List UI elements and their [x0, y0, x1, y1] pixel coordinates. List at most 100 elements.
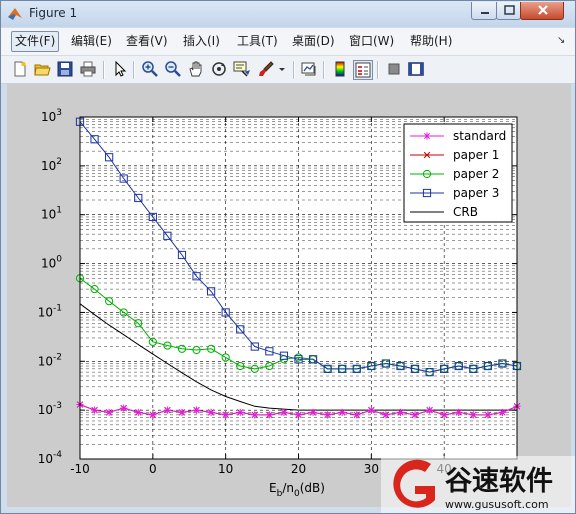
legend-label-crb: CRB [453, 205, 478, 219]
x-tick-label: 30 [364, 462, 379, 476]
data-point-standard [498, 408, 507, 416]
x-tick-label: 10 [218, 462, 233, 476]
x-tick-label: 20 [291, 462, 306, 476]
zoom-in-button[interactable] [141, 60, 159, 78]
menu-view[interactable]: 查看(V) [123, 32, 171, 51]
link-plot-button[interactable] [300, 60, 318, 78]
pan-button[interactable] [187, 60, 205, 78]
legend-marker-standard [423, 132, 431, 140]
menu-help[interactable]: 帮助(H) [407, 32, 455, 51]
insert-legend-button[interactable] [353, 60, 373, 80]
show-plot-tools-button[interactable] [407, 60, 425, 78]
x-axis-label-mid: /n [282, 481, 294, 495]
legend-icon [355, 62, 371, 78]
minimize-icon [481, 12, 489, 14]
menu-tools[interactable]: 工具(T) [234, 32, 281, 51]
edit-plot-button[interactable] [111, 60, 129, 78]
x-axis-label: Eb/n0(dB) [269, 481, 325, 499]
data-point-standard [192, 406, 201, 414]
close-button[interactable] [520, 2, 564, 20]
maximize-button[interactable] [496, 2, 521, 20]
y-tick-label: 10-1 [38, 303, 62, 319]
legend-label-paper-1: paper 1 [453, 148, 499, 162]
legend-label-standard: standard [453, 129, 506, 143]
y-tick-label: 103 [41, 108, 62, 124]
data-point-standard [149, 411, 157, 419]
data-point-standard [90, 406, 99, 414]
menu-window[interactable]: 窗口(W) [346, 32, 397, 51]
menu-insert[interactable]: 插入(I) [180, 32, 223, 51]
data-point-standard [120, 404, 128, 412]
close-icon [538, 5, 548, 15]
menu-desktop[interactable]: 桌面(D) [289, 32, 338, 51]
legend[interactable]: standard paper 1 paper 2 paper 3 CRB [403, 123, 513, 223]
data-point-standard [411, 411, 419, 419]
data-point-standard [134, 408, 142, 416]
open-file-button[interactable] [33, 60, 51, 78]
menu-dock-arrow-icon[interactable]: ↘ [557, 35, 565, 46]
zoom-out-icon [165, 61, 181, 77]
y-tick-label: 101 [41, 206, 62, 222]
y-tick-label: 10-2 [38, 352, 62, 368]
data-point-standard [251, 411, 259, 419]
print-button[interactable] [79, 60, 97, 78]
data-point-standard [178, 408, 186, 416]
pointer-icon [115, 60, 127, 77]
insert-colorbar-button[interactable] [331, 60, 349, 78]
x-axis-label-main: E [269, 481, 277, 495]
data-point-standard [222, 411, 230, 419]
data-point-standard [455, 408, 463, 416]
figure-toolbar [1, 56, 575, 84]
y-tick-label: 10-4 [38, 450, 63, 466]
data-point-standard [207, 408, 215, 416]
toolbar-separator [103, 61, 105, 79]
data-point-standard [396, 408, 405, 416]
data-point-standard [265, 411, 273, 419]
data-point-standard [426, 406, 434, 414]
semilog-chart: -1001020304010310210110010-110-210-310-4… [38, 108, 522, 499]
data-point-standard [440, 411, 448, 419]
title-bar[interactable]: Figure 1 [1, 1, 575, 27]
minimize-button[interactable] [471, 2, 497, 20]
zoom-out-button[interactable] [164, 60, 182, 78]
toolbar-separator [323, 61, 325, 79]
save-button[interactable] [56, 60, 74, 78]
legend-label-paper-2: paper 2 [453, 167, 499, 181]
hide-plot-tools-button[interactable] [385, 60, 403, 78]
x-tick-label: 0 [149, 462, 157, 476]
data-cursor-icon [233, 61, 250, 77]
menu-bar: 文件(F) 编辑(E) 查看(V) 插入(I) 工具(T) 桌面(D) 窗口(W… [1, 28, 575, 56]
data-point-standard [367, 406, 375, 414]
legend-label-paper-3: paper 3 [453, 186, 499, 200]
open-file-icon [34, 64, 51, 76]
data-point-standard [324, 411, 332, 419]
data-point-standard [309, 408, 317, 416]
pan-icon [189, 61, 202, 77]
menu-file[interactable]: 文件(F) [11, 31, 60, 52]
rotate-3d-icon [212, 62, 226, 76]
print-icon [80, 61, 96, 77]
data-point-standard [105, 408, 113, 416]
figure-window: Figure 1 文件(F) 编辑(E) 查看(V) 插入(I) 工具(T) 桌… [0, 0, 576, 514]
new-figure-button[interactable] [11, 60, 29, 78]
data-point-standard [338, 408, 346, 416]
watermark-brand: 谷速软件 [445, 466, 553, 497]
brush-dropdown[interactable] [277, 60, 287, 78]
matlab-logo-icon [8, 8, 22, 20]
hide-plot-tools-icon [388, 63, 400, 75]
figure-canvas: -1001020304010310210110010-110-210-310-4… [7, 84, 571, 507]
brush-button[interactable] [257, 60, 275, 78]
brush-icon [259, 61, 274, 76]
data-cursor-button[interactable] [233, 60, 251, 78]
colorbar-icon [335, 61, 345, 77]
save-icon [57, 61, 73, 77]
data-point-standard [236, 408, 244, 416]
data-point-standard [280, 408, 288, 416]
rotate-3d-button[interactable] [210, 60, 228, 78]
menu-edit[interactable]: 编辑(E) [68, 32, 115, 51]
toolbar-separator [133, 61, 135, 79]
restore-icon [504, 5, 515, 15]
gususoft-logo-icon: 谷速软件 www.gususoft.com [393, 459, 553, 511]
x-tick-label: -10 [70, 462, 90, 476]
data-point-standard [484, 411, 492, 419]
